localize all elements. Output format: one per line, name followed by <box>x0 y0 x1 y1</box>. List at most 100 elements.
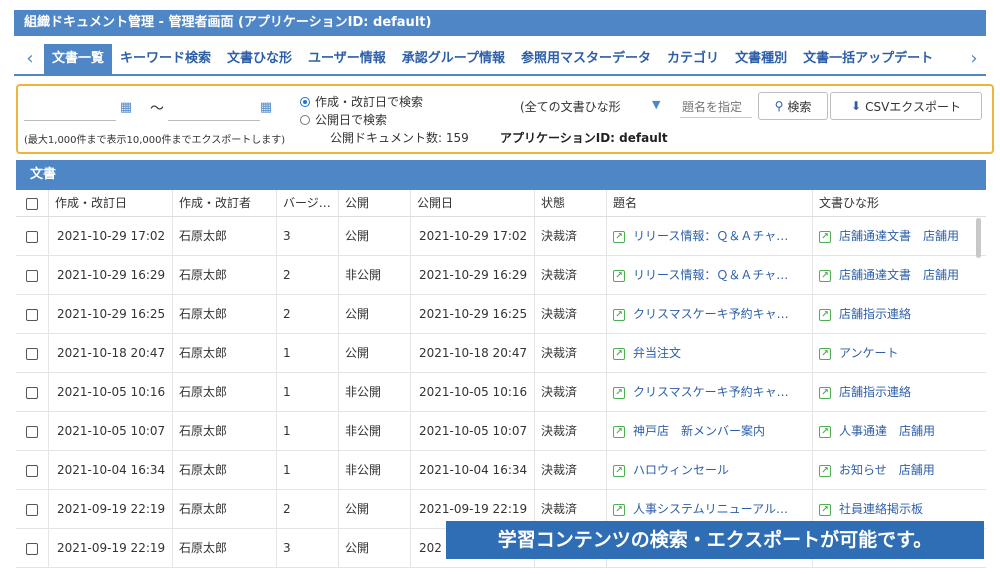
download-icon: ⬇ <box>851 99 862 113</box>
start-date-input[interactable] <box>24 98 116 121</box>
tab-4[interactable]: 承認グループ情報 <box>394 44 513 74</box>
caret-down-icon[interactable]: ▼ <box>652 98 660 111</box>
external-link-icon[interactable]: ↗ <box>613 230 625 243</box>
end-date-input[interactable] <box>168 98 260 121</box>
tab-bar: ‹ 文書一覧 キーワード検索 文書ひな形 ユーザー情報 承認グループ情報 参照用マスターデ… <box>14 44 986 76</box>
radio-published-date[interactable]: 公開日で検索 <box>300 111 387 128</box>
column-header-created[interactable]: 作成・改訂日 <box>48 190 172 216</box>
row-checkbox[interactable] <box>16 295 48 333</box>
tab-2[interactable]: 文書ひな形 <box>219 44 300 74</box>
external-link-icon[interactable]: ↗ <box>819 269 831 282</box>
table-row[interactable]: 2021-10-05 10:07 石原太郎 1 非公開 2021-10-05 10:07… <box>16 412 986 451</box>
document-title-link[interactable]: 弁当注文 <box>633 346 681 360</box>
table-row[interactable]: 2021-10-04 16:34 石原太郎 1 非公開 2021-10-04 16:34… <box>16 451 986 490</box>
external-link-icon[interactable]: ↗ <box>819 347 831 360</box>
document-title-link[interactable]: 神戸店 新メンバー案内 <box>633 424 765 438</box>
tab-7[interactable]: 文書種別 <box>727 44 795 74</box>
row-checkbox[interactable] <box>16 373 48 411</box>
vertical-scrollbar[interactable] <box>976 218 981 258</box>
row-checkbox[interactable] <box>16 256 48 294</box>
column-header-template[interactable]: 文書ひな形 <box>812 190 986 216</box>
template-link[interactable]: アンケート <box>839 346 899 360</box>
table-row[interactable]: 2021-10-29 17:02 石原太郎 3 公開 2021-10-29 17:02 決… <box>16 217 986 256</box>
table-row[interactable]: 2021-10-18 20:47 石原太郎 1 公開 2021-10-18 20:47 決… <box>16 334 986 373</box>
tab-6[interactable]: カテゴリ <box>659 44 727 74</box>
external-link-icon[interactable]: ↗ <box>613 425 625 438</box>
table-row[interactable]: 2021-10-29 16:29 石原太郎 2 非公開 2021-10-29 16:29… <box>16 256 986 295</box>
title-filter-input[interactable] <box>680 96 752 118</box>
external-link-icon[interactable]: ↗ <box>613 464 625 477</box>
template-tag[interactable]: 店舗用 <box>899 463 935 477</box>
external-link-icon[interactable]: ↗ <box>819 308 831 321</box>
tab-3[interactable]: ユーザー情報 <box>300 44 394 74</box>
row-checkbox[interactable] <box>16 490 48 528</box>
template-link[interactable]: 店舗指示連絡 <box>839 307 911 321</box>
chevron-right-icon[interactable]: › <box>964 48 984 70</box>
document-title-link[interactable]: ハロウィンセール <box>633 463 729 477</box>
row-checkbox[interactable] <box>16 334 48 372</box>
column-header-author[interactable]: 作成・改訂者 <box>172 190 276 216</box>
external-link-icon[interactable]: ↗ <box>819 386 831 399</box>
template-tag[interactable]: 店舗用 <box>899 424 935 438</box>
template-select[interactable]: (全ての文書ひな形 <box>520 96 660 118</box>
document-title-link[interactable]: 人事システムリニューアル… <box>633 502 788 516</box>
document-title-link[interactable]: リリース情報：Ｑ＆Ａチャ… <box>633 229 788 243</box>
tab-5[interactable]: 参照用マスターデータ <box>513 44 659 74</box>
select-all-checkbox[interactable] <box>16 190 48 216</box>
document-title-link[interactable]: リリース情報：Ｑ＆Ａチャ… <box>633 268 788 282</box>
cell-version: 2 <box>276 295 338 333</box>
external-link-icon[interactable]: ↗ <box>613 347 625 360</box>
row-checkbox[interactable] <box>16 412 48 450</box>
template-tag[interactable]: 店舗用 <box>923 229 959 243</box>
chevron-left-icon[interactable]: ‹ <box>20 48 40 70</box>
table-body: 2021-10-29 17:02 石原太郎 3 公開 2021-10-29 17:02 決… <box>16 217 986 568</box>
tab-8[interactable]: 文書一括アップデート <box>795 44 941 74</box>
table-row[interactable]: 2021-10-05 10:16 石原太郎 1 非公開 2021-10-05 10:16… <box>16 373 986 412</box>
column-header-public[interactable]: 公開 <box>338 190 410 216</box>
tab-0[interactable]: 文書一覧 <box>44 44 113 74</box>
cell-created: 2021-10-18 20:47 <box>48 334 172 372</box>
cell-published: 2021-10-29 17:02 <box>410 217 534 255</box>
cell-author: 石原太郎 <box>172 412 276 450</box>
external-link-icon[interactable]: ↗ <box>613 503 625 516</box>
cell-template: ↗ 店舗指示連絡 <box>812 295 986 333</box>
cell-public: 非公開 <box>338 256 410 294</box>
external-link-icon[interactable]: ↗ <box>613 308 625 321</box>
template-link[interactable]: 社員連絡掲示板 <box>839 502 923 516</box>
external-link-icon[interactable]: ↗ <box>819 230 831 243</box>
public-document-count: 公開ドキュメント数: 159 <box>330 131 469 145</box>
template-link[interactable]: 人事通達 <box>839 424 887 438</box>
document-title-link[interactable]: クリスマスケーキ予約キャ… <box>633 385 789 399</box>
row-checkbox[interactable] <box>16 217 48 255</box>
row-checkbox[interactable] <box>16 529 48 567</box>
cell-version: 1 <box>276 334 338 372</box>
template-link[interactable]: 店舗通達文書 <box>839 268 911 282</box>
row-checkbox[interactable] <box>16 451 48 489</box>
external-link-icon[interactable]: ↗ <box>613 269 625 282</box>
cell-title: ↗ リリース情報：Ｑ＆Ａチャ… <box>606 217 812 255</box>
cell-created: 2021-10-05 10:16 <box>48 373 172 411</box>
search-button[interactable]: ⚲ 検索 <box>758 92 828 120</box>
template-link[interactable]: お知らせ <box>839 463 887 477</box>
column-header-title[interactable]: 題名 <box>606 190 812 216</box>
template-tag[interactable]: 店舗用 <box>923 268 959 282</box>
template-link[interactable]: 店舗通達文書 <box>839 229 911 243</box>
external-link-icon[interactable]: ↗ <box>613 386 625 399</box>
column-header-published[interactable]: 公開日 <box>410 190 534 216</box>
column-header-status[interactable]: 状態 <box>534 190 606 216</box>
column-header-version[interactable]: バージ… <box>276 190 338 216</box>
external-link-icon[interactable]: ↗ <box>819 503 831 516</box>
radio-created-date[interactable]: 作成・改訂日で検索 <box>300 93 423 110</box>
external-link-icon[interactable]: ↗ <box>819 464 831 477</box>
application-id: アプリケーションID: default <box>500 131 668 145</box>
cell-public: 非公開 <box>338 412 410 450</box>
external-link-icon[interactable]: ↗ <box>819 425 831 438</box>
calendar-icon[interactable]: ▦ <box>118 100 134 116</box>
tab-1[interactable]: キーワード検索 <box>112 44 219 74</box>
calendar-icon[interactable]: ▦ <box>258 100 274 116</box>
table-row[interactable]: 2021-10-29 16:25 石原太郎 2 公開 2021-10-29 16:25 決… <box>16 295 986 334</box>
cell-created: 2021-09-19 22:19 <box>48 529 172 567</box>
template-link[interactable]: 店舗指示連絡 <box>839 385 911 399</box>
csv-export-button[interactable]: ⬇ CSVエクスポート <box>830 92 982 120</box>
document-title-link[interactable]: クリスマスケーキ予約キャ… <box>633 307 789 321</box>
